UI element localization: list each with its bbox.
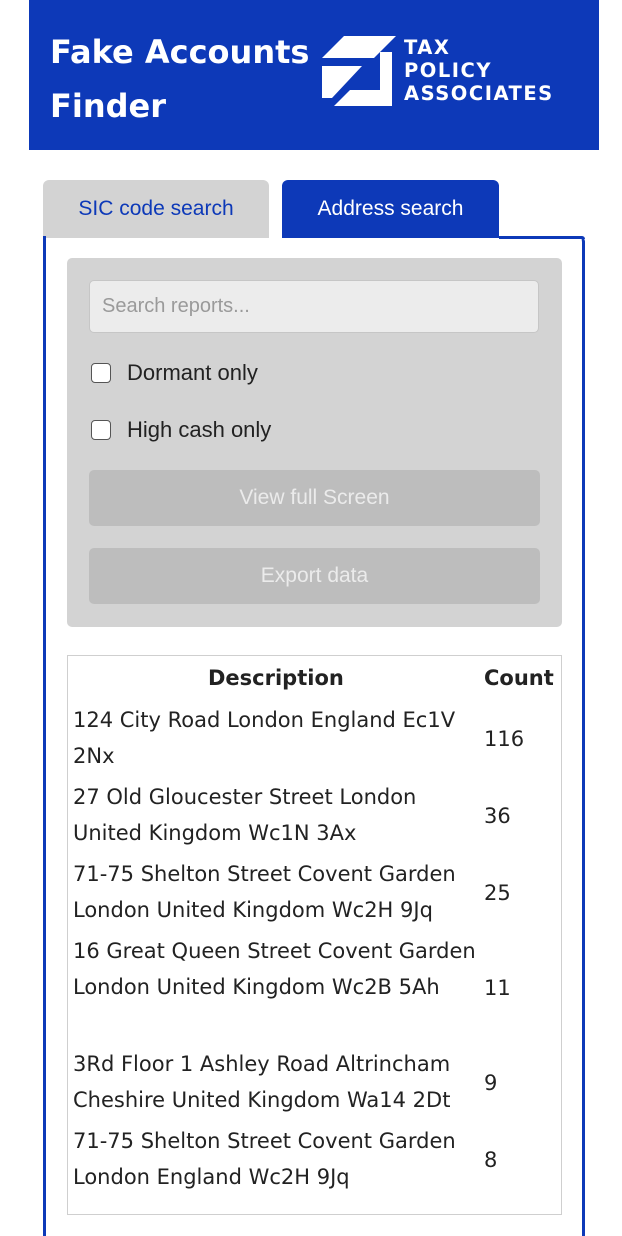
panel-border (499, 236, 585, 239)
cell-description: 27 Old Gloucester Street London United K… (73, 785, 417, 845)
high-cash-only-filter[interactable]: High cash only (91, 415, 271, 445)
cell-description: 16 Great Queen Street Covent Garden Lond… (73, 939, 476, 999)
filters-panel: Dormant only High cash only View full Sc… (67, 258, 562, 627)
logo-line-1: TAX (404, 36, 451, 59)
high-cash-only-checkbox[interactable] (91, 420, 111, 440)
cell-count: 36 (484, 804, 511, 828)
column-header-count[interactable]: Count (484, 666, 554, 690)
logo-wordmark: TAX POLICY ASSOCIATES (404, 36, 554, 105)
cell-description: 124 City Road London England Ec1V 2Nx (73, 708, 456, 768)
export-data-button[interactable]: Export data (89, 548, 540, 604)
column-header-description[interactable]: Description (208, 666, 344, 690)
high-cash-only-label: High cash only (127, 417, 272, 442)
cell-count: 11 (484, 976, 511, 1000)
app-title: Fake Accounts Finder (50, 33, 310, 125)
cell-count: 8 (484, 1148, 498, 1172)
app-header: Fake Accounts Finder TAX POLICY ASSOCIAT… (29, 0, 599, 150)
dormant-only-filter[interactable]: Dormant only (91, 358, 258, 388)
cell-description: 3Rd Floor 1 Ashley Road Altrincham Chesh… (73, 1052, 451, 1112)
cell-count: 25 (484, 881, 511, 905)
cell-description: 71-75 Shelton Street Covent Garden Londo… (73, 862, 456, 922)
cell-description: 71-75 Shelton Street Covent Garden Londo… (73, 1129, 456, 1189)
dormant-only-checkbox[interactable] (91, 363, 111, 383)
tab-address-search[interactable]: Address search (282, 180, 499, 238)
dormant-only-label: Dormant only (127, 360, 258, 385)
search-input[interactable] (89, 280, 539, 333)
logo-line-2: POLICY (404, 59, 492, 82)
tab-sic-code-search[interactable]: SIC code search (43, 180, 269, 238)
cell-count: 9 (484, 1071, 498, 1095)
view-full-screen-button[interactable]: View full Screen (89, 470, 540, 526)
logo-line-3: ASSOCIATES (404, 82, 554, 105)
cell-count: 116 (484, 727, 525, 751)
tax-policy-associates-logo-icon (322, 36, 396, 106)
